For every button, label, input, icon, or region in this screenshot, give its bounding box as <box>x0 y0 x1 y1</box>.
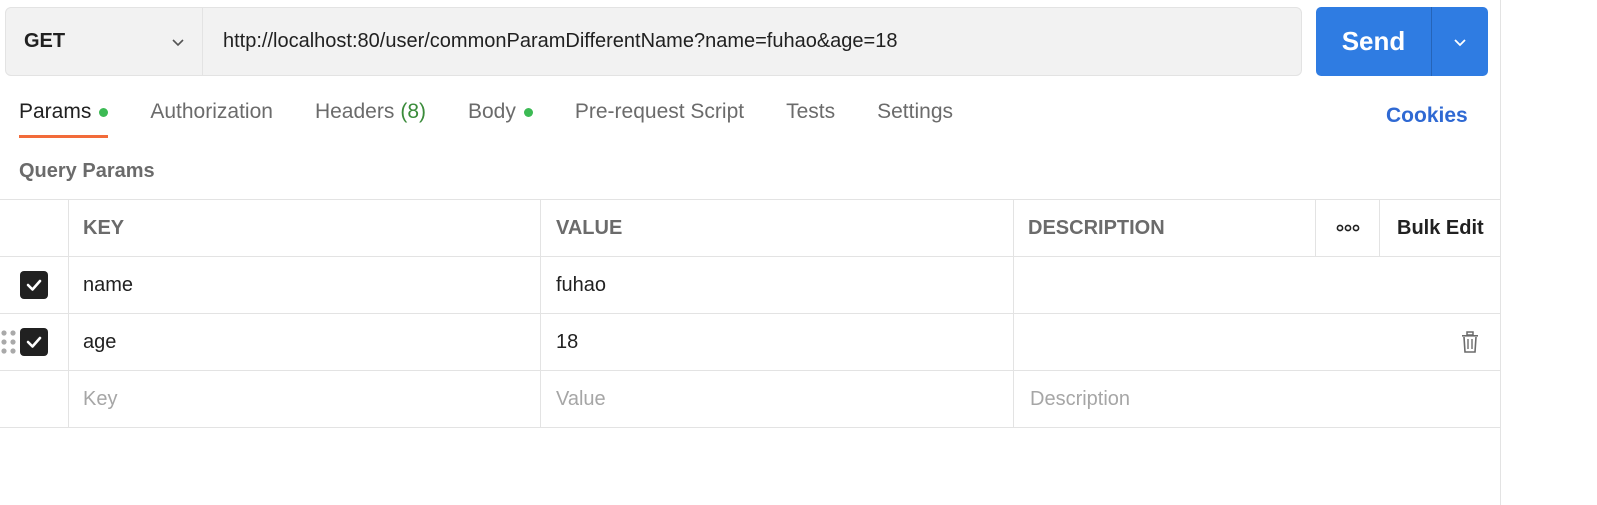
more-icon-svg <box>1336 224 1359 232</box>
url-input[interactable]: http://localhost:80/user/commonParamDiff… <box>203 30 1301 53</box>
value-input[interactable]: Value <box>541 371 1014 427</box>
panel-divider <box>1500 0 1501 505</box>
row-check-cell <box>0 314 69 370</box>
column-header-value: VALUE <box>541 200 1014 256</box>
tab-tests[interactable]: Tests <box>786 100 835 138</box>
row-checkbox[interactable] <box>20 271 48 299</box>
chevron-down-icon <box>172 38 184 46</box>
description-input[interactable]: Description <box>1014 371 1501 427</box>
tab-label: Authorization <box>150 100 273 123</box>
drag-handle-icon[interactable] <box>0 328 18 356</box>
table-row: name fuhao <box>0 257 1501 314</box>
tab-label: Params <box>19 100 92 123</box>
method-label: GET <box>24 30 66 52</box>
send-button[interactable]: Send <box>1316 7 1432 76</box>
tab-authorization[interactable]: Authorization <box>150 100 273 138</box>
tab-params[interactable]: Params <box>19 100 109 138</box>
tab-label: Body <box>468 100 516 123</box>
method-select[interactable]: GET <box>6 8 203 75</box>
row-check-cell <box>0 371 69 427</box>
status-dot <box>99 107 109 117</box>
key-input[interactable]: Key <box>69 371 541 427</box>
headers-count: (8) <box>400 100 426 123</box>
bulk-edit-cell: Bulk Edit <box>1380 200 1501 256</box>
send-button-group: Send <box>1316 7 1488 76</box>
row-check-cell <box>0 257 69 313</box>
table-row-new: Key Value Description <box>0 371 1501 428</box>
tab-headers[interactable]: Headers (8) <box>315 100 426 138</box>
param-description[interactable] <box>1014 257 1501 313</box>
param-description[interactable] <box>1014 314 1501 370</box>
request-bar: GET http://localhost:80/user/commonParam… <box>5 7 1302 76</box>
tab-pre-request-script[interactable]: Pre-request Script <box>575 100 744 138</box>
tab-label: Settings <box>877 100 954 123</box>
param-value[interactable]: fuhao <box>541 257 1014 313</box>
bulk-edit-button[interactable]: Bulk Edit <box>1397 217 1484 240</box>
tab-body[interactable]: Body <box>468 100 533 138</box>
column-header-description: DESCRIPTION <box>1014 200 1316 256</box>
table-row: age 18 <box>0 314 1501 371</box>
send-options-button[interactable] <box>1432 7 1488 76</box>
tab-label: Headers <box>314 100 395 123</box>
tab-settings[interactable]: Settings <box>877 100 953 138</box>
cookies-link[interactable]: Cookies <box>1386 104 1468 128</box>
table-header-row: KEY VALUE DESCRIPTION Bulk Edit <box>0 200 1501 257</box>
trash-icon[interactable] <box>1459 330 1481 354</box>
chevron-down-icon <box>1454 38 1466 46</box>
param-key[interactable]: age <box>69 314 541 370</box>
row-checkbox[interactable] <box>20 328 48 356</box>
param-key[interactable]: name <box>69 257 541 313</box>
tab-label: Tests <box>786 100 836 123</box>
params-table: KEY VALUE DESCRIPTION Bulk Edit name fuh… <box>0 199 1501 428</box>
header-check-cell <box>0 200 69 256</box>
status-dot <box>523 107 533 117</box>
checkmark-icon <box>26 336 42 348</box>
checkmark-icon <box>26 279 42 291</box>
column-header-key: KEY <box>69 200 541 256</box>
request-tabs: Params Authorization Headers (8) Body Pr… <box>19 100 995 146</box>
more-icon[interactable] <box>1316 200 1380 256</box>
param-value[interactable]: 18 <box>541 314 1014 370</box>
tab-label: Pre-request Script <box>574 100 745 123</box>
section-title: Query Params <box>19 160 155 182</box>
